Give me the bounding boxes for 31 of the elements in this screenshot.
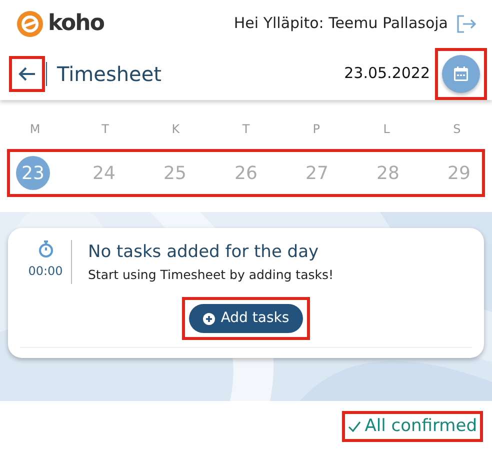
weekday-label: T xyxy=(102,121,109,138)
calendar-icon xyxy=(453,66,469,82)
page-title: Timesheet xyxy=(57,60,162,88)
logout-icon[interactable] xyxy=(456,14,476,34)
day-number[interactable]: 24 xyxy=(87,156,121,190)
logo-icon xyxy=(16,10,44,38)
date-text: 23.05.2022 xyxy=(344,63,430,84)
weekday-label: S xyxy=(453,121,461,138)
weekday-label: K xyxy=(172,121,180,138)
day-number[interactable]: 26 xyxy=(229,156,263,190)
weekday-label: T xyxy=(242,121,250,138)
add-tasks-button[interactable]: Add tasks xyxy=(188,304,304,334)
calendar-button[interactable] xyxy=(442,54,480,92)
weekday-label: L xyxy=(383,121,390,138)
day-number[interactable]: 25 xyxy=(158,156,192,190)
plus-icon xyxy=(202,312,215,325)
day-number[interactable]: 28 xyxy=(371,156,405,190)
day-number[interactable]: 23 xyxy=(16,156,50,190)
logo-text: koho xyxy=(48,10,104,38)
greeting-text: Hei Ylläpito: Teemu Pallasoja xyxy=(234,13,448,34)
status-text: All confirmed xyxy=(364,414,477,438)
weekday-label: M xyxy=(30,121,40,138)
weekday-label: P xyxy=(312,121,320,138)
duration-text: 00:00 xyxy=(28,263,63,280)
back-arrow-icon xyxy=(18,66,36,82)
card-heading: No tasks added for the day xyxy=(88,241,320,264)
stopwatch-icon xyxy=(38,240,54,258)
card-message: Start using Timesheet by adding tasks! xyxy=(88,266,334,284)
checkmark-icon xyxy=(348,421,361,432)
day-number[interactable]: 27 xyxy=(300,156,334,190)
day-number[interactable]: 29 xyxy=(442,156,476,190)
